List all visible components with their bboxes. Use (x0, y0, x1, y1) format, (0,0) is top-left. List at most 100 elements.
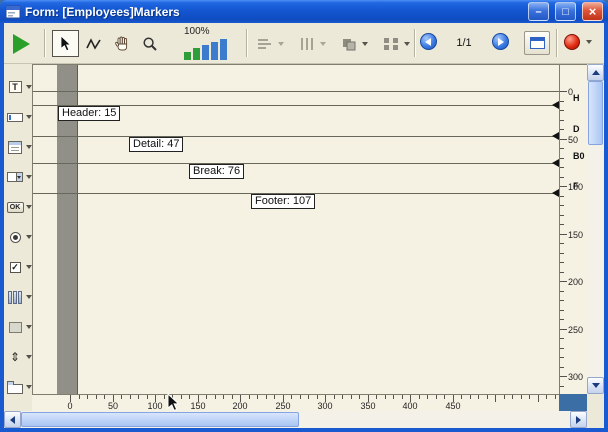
listbox-tool[interactable] (4, 134, 32, 160)
zoom-tool-button[interactable] (136, 30, 163, 57)
window-title: Form: [Employees]Markers (25, 5, 522, 19)
scroll-down-button[interactable] (587, 377, 604, 394)
toolbar: 100% (4, 23, 604, 64)
entry-order-tool-button[interactable] (80, 30, 107, 57)
arrow-left-icon (425, 38, 431, 46)
ruler-tick (181, 395, 182, 399)
ruler-tick (87, 395, 88, 399)
ruler-tick (427, 395, 428, 399)
scroll-right-button[interactable] (570, 411, 587, 428)
next-page-button[interactable] (492, 33, 509, 50)
horizontal-scrollbar[interactable] (4, 411, 587, 428)
rectangle-tool[interactable] (4, 314, 32, 340)
radio-tool[interactable] (4, 224, 32, 250)
ruler-tick (560, 215, 564, 216)
marker-handle-B0[interactable] (552, 159, 559, 167)
marker-handle-F[interactable] (552, 189, 559, 197)
level-dropdown-button[interactable] (338, 32, 370, 56)
ruler-tick (560, 177, 564, 178)
ruler-tick (444, 395, 445, 399)
ruler-number: 100 (568, 182, 583, 192)
ruler-number: 200 (568, 277, 583, 287)
scroll-left-button[interactable] (4, 411, 21, 428)
tabcontrol-tool[interactable] (4, 374, 32, 400)
ruler-tick (495, 395, 496, 402)
marker-line-B0[interactable] (33, 163, 560, 164)
ruler-tick (274, 395, 275, 399)
zoom-level-bars[interactable] (184, 37, 227, 60)
ruler-number: 250 (273, 401, 293, 411)
ruler-tick (121, 395, 122, 399)
vertical-scroll-thumb[interactable] (588, 81, 603, 145)
rectangle-icon (6, 319, 24, 335)
ruler-tick (232, 395, 233, 399)
combobox-tool[interactable] (4, 164, 32, 190)
app-icon[interactable] (5, 4, 21, 20)
input-field-icon (6, 109, 24, 125)
close-button[interactable]: × (582, 2, 603, 21)
distribute-dropdown-button[interactable] (296, 32, 328, 56)
zoom-bar[interactable] (184, 52, 191, 60)
ruler-tick (300, 395, 301, 399)
splitter-tool[interactable]: ⇕ (4, 344, 32, 370)
form-canvas[interactable]: Header: 15 Detail: 47 Break: 76 Footer: 107 (32, 64, 559, 394)
ruler-number: 100 (145, 401, 165, 411)
zoom-bar[interactable] (211, 42, 218, 60)
horizontal-scroll-thumb[interactable] (21, 412, 299, 427)
ruler-tick (560, 129, 564, 130)
input-tool[interactable] (4, 104, 32, 130)
record-button[interactable] (564, 34, 580, 50)
scroll-up-button[interactable] (587, 64, 604, 81)
ruler-tick (504, 395, 505, 399)
minimize-button[interactable]: – (528, 2, 549, 21)
zoom-percentage: 100% (184, 26, 210, 37)
chevron-down-icon[interactable] (586, 40, 592, 44)
run-form-button[interactable] (8, 30, 35, 57)
text-icon: T (6, 79, 24, 95)
tool-palette: T OK ✓ ⇕ (4, 64, 32, 411)
marker-label-B0[interactable]: Break: 76 (189, 164, 244, 179)
ruler-tick (138, 395, 139, 399)
horizontal-ruler: 050100150200250300350400450 (32, 394, 559, 411)
marker-tag-B0: B0 (573, 151, 585, 161)
pan-tool-button[interactable] (108, 30, 135, 57)
zoom-bar[interactable] (220, 39, 227, 60)
ruler-number: 400 (400, 401, 420, 411)
vertical-scrollbar[interactable] (587, 64, 604, 394)
chevron-down-icon (362, 42, 368, 46)
zoom-bar[interactable] (202, 45, 209, 60)
ruler-tick (560, 139, 567, 140)
marker-label-D[interactable]: Detail: 47 (129, 137, 183, 152)
window: Form: [Employees]Markers – □ × (0, 0, 608, 432)
previous-page-button[interactable] (420, 33, 437, 50)
zoom-bar[interactable] (193, 48, 200, 60)
select-tool-button[interactable] (52, 30, 79, 57)
titlebar[interactable]: Form: [Employees]Markers – □ × (0, 0, 608, 23)
toolbar-separator (44, 29, 46, 57)
ruler-number: 0 (60, 401, 80, 411)
marker-line-D[interactable] (33, 136, 560, 137)
maximize-button[interactable]: □ (555, 2, 576, 21)
ruler-tick (538, 395, 539, 402)
ruler-tick (223, 395, 224, 399)
group-dropdown-button[interactable] (380, 32, 412, 56)
marker-label-H[interactable]: Header: 15 (58, 106, 120, 121)
marker-handle-H[interactable] (552, 101, 559, 109)
ruler-number: 150 (568, 230, 583, 240)
button-tool[interactable]: OK (4, 194, 32, 220)
distribute-icon (298, 36, 316, 52)
page-indicator: 1/1 (446, 37, 482, 49)
form-view-button[interactable] (524, 31, 550, 55)
ruler-tick (560, 243, 564, 244)
ruler-tick (529, 395, 530, 399)
buttonbar-tool[interactable] (4, 284, 32, 310)
ruler-number: 250 (568, 325, 583, 335)
marker-label-F[interactable]: Footer: 107 (251, 194, 315, 209)
align-dropdown-button[interactable] (254, 32, 286, 56)
text-tool[interactable]: T (4, 74, 32, 100)
checkbox-tool[interactable]: ✓ (4, 254, 32, 280)
toolbar-separator (414, 29, 416, 57)
ruler-tick (560, 357, 564, 358)
marker-handle-D[interactable] (552, 132, 559, 140)
ruler-tick (560, 291, 564, 292)
